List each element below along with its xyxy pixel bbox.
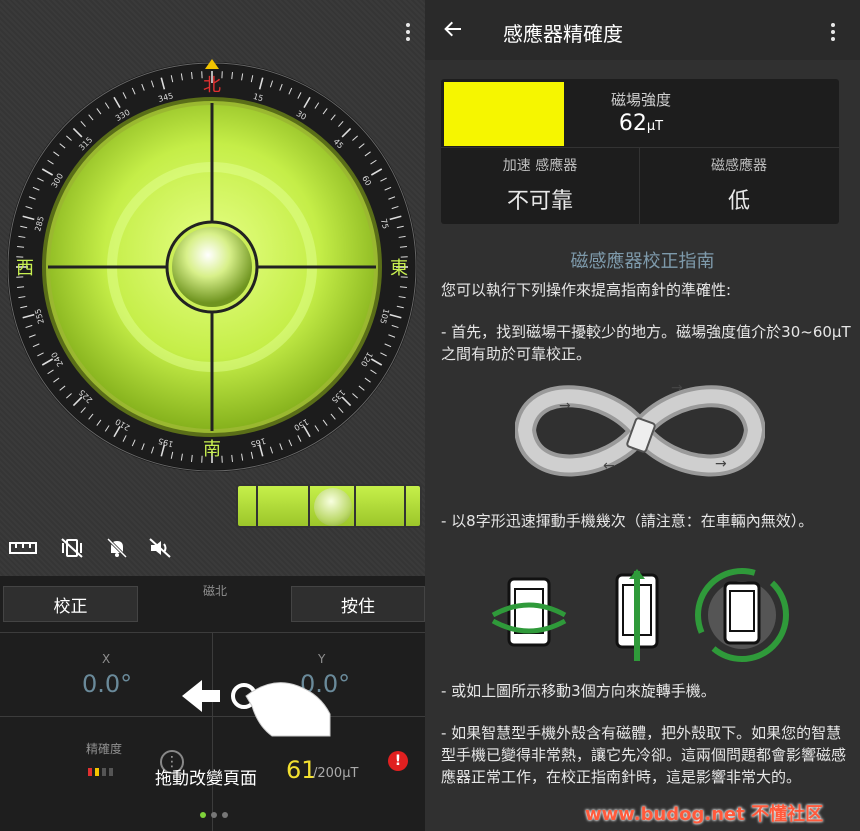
page-dot — [222, 812, 228, 818]
sensor-accuracy-screen: 感應器精確度 磁場強度 62μT 加速 感應器 不可靠 磁感應器 低 磁感應器校… — [425, 0, 860, 831]
magnetometer-label: 磁感應器 — [711, 158, 767, 174]
page-indicator — [200, 812, 228, 818]
magnetic-field-value: 62μT — [618, 111, 664, 136]
field-strength-value: 61 — [286, 756, 317, 784]
svg-text:→: → — [715, 456, 727, 472]
rotation-illustration — [491, 568, 789, 662]
rotate-x-axis-icon — [491, 577, 567, 647]
swipe-hint-text: 拖動改變頁面 — [155, 769, 257, 789]
app-bar: 感應器精確度 — [425, 0, 860, 60]
north-label: 北 — [203, 75, 221, 96]
volume-off-icon[interactable] — [146, 537, 176, 559]
x-axis-value: 0.0° — [82, 670, 133, 698]
magnetic-field-label: 磁場強度 — [610, 91, 671, 109]
y-axis-label: Y — [318, 652, 326, 666]
guide-step-3: - 或如上圖所示移動3個方向來旋轉手機。 — [441, 682, 716, 700]
calibration-guide-title: 磁感應器校正指南 — [570, 251, 715, 272]
vibration-off-icon[interactable] — [57, 537, 87, 559]
accuracy-label: 精確度 — [86, 742, 123, 756]
rotate-z-axis-icon — [695, 568, 789, 662]
hold-button[interactable]: 按住 — [291, 586, 425, 622]
accuracy-indicator — [88, 768, 113, 776]
more-options-icon[interactable] — [823, 20, 843, 44]
compass-screen: 345 330 315 300 285 255 240 225 210 195 165 150 135 1… — [0, 0, 425, 831]
guide-step-4: - 如果智慧型手機外殼含有磁體，把外殼取下。如果您的智慧型手機已變得非常熱，讓它… — [441, 724, 847, 786]
magnetometer-value: 低 — [727, 189, 750, 214]
figure-eight-illustration: → → → ← — [515, 380, 765, 477]
back-arrow-icon[interactable] — [441, 17, 467, 43]
sensor-status-card: 磁場強度 62μT 加速 感應器 不可靠 磁感應器 低 — [441, 79, 839, 224]
bell-off-icon[interactable] — [102, 537, 132, 559]
more-options-icon[interactable] — [398, 20, 418, 44]
south-label: 南 — [203, 439, 221, 460]
page-title: 感應器精確度 — [503, 22, 623, 46]
east-label: 東 — [390, 258, 408, 279]
svg-text:→: → — [559, 398, 571, 414]
west-label: 西 — [16, 258, 34, 279]
calibrate-button[interactable]: 校正 — [3, 586, 138, 622]
accelerometer-value: 不可靠 — [506, 189, 573, 214]
rotate-y-axis-icon — [615, 569, 659, 661]
ruler-icon[interactable] — [8, 537, 38, 559]
level-bubble — [172, 227, 252, 307]
magnetic-field-bar — [444, 82, 564, 146]
warning-icon[interactable]: ! — [388, 751, 408, 771]
guide-step-1: - 首先，找到磁場干擾較少的地方。磁場強度值介於30~60μT之間有助於可靠校正… — [441, 323, 851, 363]
swipe-gesture-icon — [182, 680, 331, 737]
page-dot — [211, 812, 217, 818]
guide-intro: 您可以執行下列操作來提高指南針的準確性: — [441, 281, 732, 299]
magnetic-north-label: 磁北 — [203, 584, 228, 598]
horizontal-level — [236, 484, 422, 528]
compass-dial: 345330315300285255240225210195 1651501351… — [7, 59, 417, 472]
guide-step-2: - 以8字形迅速揮動手機幾次（請注意：在車輛內無效）。 — [441, 512, 814, 530]
accelerometer-label: 加速 感應器 — [502, 158, 578, 174]
svg-text:←: ← — [603, 458, 615, 474]
page-dot — [200, 812, 206, 818]
horizontal-level-bubble — [314, 488, 352, 526]
x-axis-label: X — [102, 652, 111, 666]
svg-text:→: → — [671, 380, 683, 396]
site-watermark: www.budog.net 不懂社区 — [585, 804, 824, 825]
field-strength-unit: /200μT — [313, 766, 359, 781]
